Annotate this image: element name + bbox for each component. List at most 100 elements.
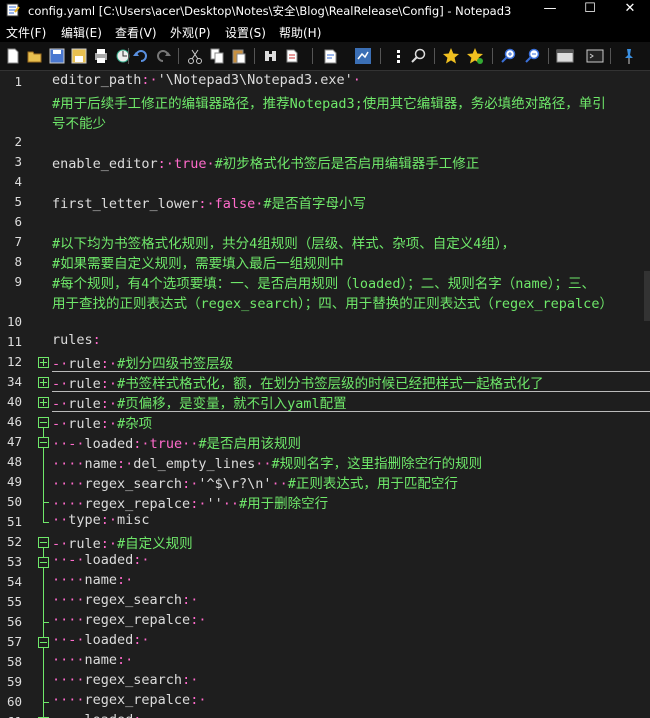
toolbar-separator [492, 48, 493, 64]
code-line[interactable]: ····name:· [52, 652, 133, 668]
monitor-icon[interactable] [354, 47, 372, 65]
fold-guide-line [43, 567, 44, 622]
code-line[interactable]: -·rule:·#书签样式格式化，额，在划分书签层级的时候已经把样式一起格式化了 [52, 372, 544, 392]
line-number: 61 [0, 714, 22, 718]
code-line[interactable]: ··-·loaded:· [52, 632, 150, 648]
code-line[interactable]: #每个规则，有4个选项要填：一、是否启用规则（loaded）；二、规则名字（na… [52, 272, 595, 292]
line-number: 49 [6, 474, 22, 489]
line-number: 54 [6, 574, 22, 589]
code-line[interactable]: -·rule:·#页偏移，是变量，就不引入yaml配置 [52, 392, 347, 412]
line-number: 58 [6, 654, 22, 669]
fold-expand-icon[interactable] [38, 357, 49, 368]
copy-icon[interactable] [208, 47, 226, 65]
code-line[interactable]: first_letter_lower:·false·#是否首字母小写 [52, 192, 366, 212]
code-line[interactable]: #用于后续手工修正的编辑器路径，推荐Notepad3;使用其它编辑器，务必填绝对… [52, 92, 606, 112]
notepad3-app-icon[interactable] [6, 3, 20, 17]
title-bar: config.yaml [C:\Users\acer\Desktop\Notes… [0, 0, 650, 20]
line-number: 6 [14, 214, 22, 229]
fold-expand-icon[interactable] [38, 397, 49, 408]
toolbar-separator [434, 48, 435, 64]
browse-icon[interactable] [114, 47, 132, 65]
fold-separator-line [52, 391, 650, 392]
code-line[interactable]: rules: [52, 332, 101, 348]
undo-icon[interactable] [132, 47, 150, 65]
line-number: 46 [6, 414, 22, 429]
code-line[interactable]: 号不能少 [52, 112, 106, 132]
code-line[interactable]: ····regex_search:· [52, 592, 198, 608]
toolbar [0, 42, 650, 71]
print-icon[interactable] [92, 47, 110, 65]
line-numbers-icon[interactable] [390, 47, 408, 65]
cut-icon[interactable] [186, 47, 204, 65]
settings-window-icon[interactable] [556, 47, 574, 65]
menu-appearance[interactable]: 外观(P) [170, 24, 211, 41]
toolbar-separator [312, 48, 313, 64]
code-line[interactable]: ··-·loaded:·true··#是否启用该规则 [52, 432, 301, 452]
pin-icon[interactable] [620, 47, 638, 65]
fold-guide-line [43, 447, 44, 502]
code-line[interactable]: ··type:·misc [52, 512, 150, 528]
line-number: 48 [6, 454, 22, 469]
redo-icon[interactable] [154, 47, 172, 65]
code-line[interactable]: editor_path:·'\Notepad3\Notepad3.exe'· [52, 72, 361, 88]
maximize-button[interactable]: ☐ [570, 0, 610, 20]
code-line[interactable]: ····name:· [52, 572, 133, 588]
line-number: 50 [6, 494, 22, 509]
code-line[interactable]: -·rule:·#划分四级书签层级 [52, 352, 233, 372]
line-number: 60 [6, 694, 22, 709]
new-file-icon[interactable] [4, 47, 22, 65]
minimize-button[interactable]: — [530, 0, 570, 20]
zoom-find-icon[interactable] [410, 47, 428, 65]
code-line[interactable]: ··-·loaded:· [52, 552, 150, 568]
bookmark-star-icon[interactable] [442, 47, 460, 65]
word-wrap-icon[interactable] [322, 47, 340, 65]
code-line[interactable]: 用于查找的正则表达式（regex_search）；四、用于替换的正则表达式（re… [52, 292, 613, 312]
line-number: 34 [6, 374, 22, 389]
code-line[interactable]: -·rule:·#杂项 [52, 412, 152, 432]
code-line[interactable]: ··-·loaded:· [52, 712, 150, 718]
bookmark-next-icon[interactable] [466, 47, 484, 65]
line-number: 59 [6, 674, 22, 689]
code-line[interactable]: -·rule:·#自定义规则 [52, 532, 193, 552]
fold-separator-line [52, 371, 650, 372]
terminal-icon[interactable] [586, 47, 604, 65]
line-number: 11 [6, 334, 22, 349]
code-line[interactable]: ····regex_repalce:· [52, 692, 206, 708]
toolbar-separator [610, 48, 611, 64]
save-as-icon[interactable] [70, 47, 88, 65]
code-line[interactable]: #以下均为书签格式化规则，共分4组规则（层级、样式、杂项、自定义4组）， [52, 232, 515, 252]
zoom-in-icon[interactable] [500, 47, 518, 65]
window-title: config.yaml [C:\Users\acer\Desktop\Notes… [28, 4, 512, 18]
line-number: 5 [14, 194, 22, 209]
menu-file[interactable]: 文件(F) [6, 24, 46, 41]
editor-area[interactable]: 1 editor_path:·'\Notepad3\Notepad3.exe'· #… [0, 71, 650, 718]
paste-icon[interactable] [230, 47, 248, 65]
vertical-scrollbar[interactable] [644, 271, 650, 321]
menu-settings[interactable]: 设置(S) [225, 24, 266, 41]
replace-icon[interactable] [284, 47, 302, 65]
code-line[interactable]: ····regex_repalce:· [52, 612, 206, 628]
code-line[interactable]: ····regex_repalce:·''··#用于删除空行 [52, 492, 328, 512]
code-line[interactable]: ····regex_search:· [52, 672, 198, 688]
zoom-out-icon[interactable] [524, 47, 542, 65]
toolbar-separator [128, 48, 129, 64]
code-line[interactable]: #如果需要自定义规则，需要填入最后一组规则中 [52, 252, 344, 272]
fold-end-marker [43, 702, 49, 703]
menu-bar: 文件(F) 编辑(E) 查看(V) 外观(P) 设置(S) 帮助(H) [0, 20, 650, 42]
find-icon[interactable] [262, 47, 280, 65]
code-line[interactable]: ····name:·del_empty_lines··#规则名字，这里指删除空行… [52, 452, 482, 472]
close-button[interactable]: ✕ [610, 0, 650, 20]
fold-separator-line [52, 411, 650, 412]
menu-view[interactable]: 查看(V) [115, 24, 157, 41]
fold-end-marker [43, 522, 49, 523]
menu-help[interactable]: 帮助(H) [279, 24, 321, 41]
code-line[interactable]: enable_editor:·true·#初步格式化书签后是否启用编辑器手工修正 [52, 152, 479, 172]
open-folder-icon[interactable] [26, 47, 44, 65]
save-icon[interactable] [48, 47, 66, 65]
line-number: 47 [6, 434, 22, 449]
line-number: 55 [6, 594, 22, 609]
fold-expand-icon[interactable] [38, 377, 49, 388]
fold-end-marker [43, 502, 49, 503]
code-line[interactable]: ····regex_search:·'^$\r?\n'··#正则表达式，用于匹配… [52, 472, 458, 492]
menu-edit[interactable]: 编辑(E) [61, 24, 102, 41]
